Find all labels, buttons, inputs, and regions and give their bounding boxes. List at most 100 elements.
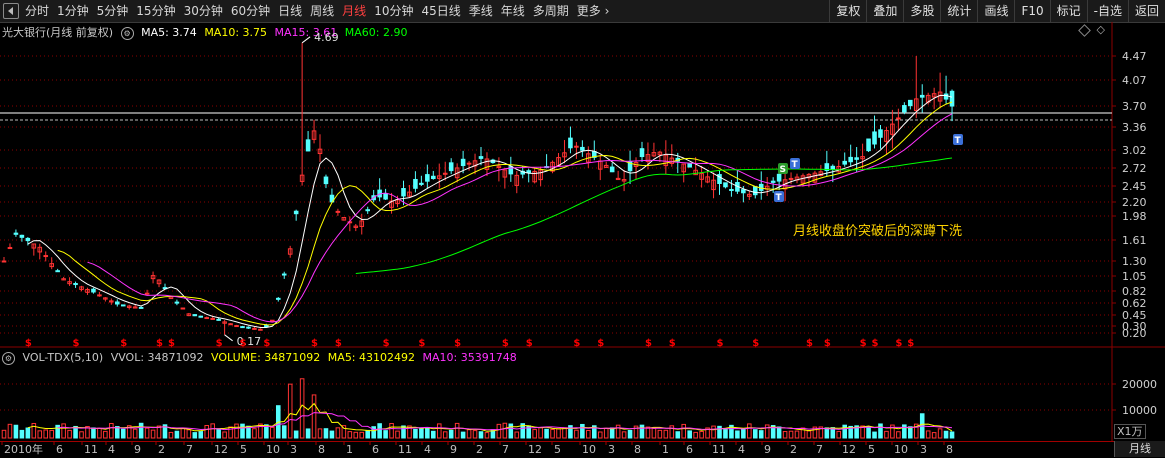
candle-body <box>448 162 454 172</box>
volume-bar <box>645 426 651 439</box>
signal-dollar-marker: $ <box>645 338 652 349</box>
candle-body <box>460 158 466 167</box>
candle-body <box>788 177 794 180</box>
price-tick-label: 4.07 <box>1122 74 1147 87</box>
candle-body <box>723 182 728 188</box>
volume-bar <box>741 428 746 439</box>
volume-bar <box>317 428 323 439</box>
volume-bar <box>794 430 800 439</box>
candle-body <box>1 260 7 263</box>
volume-bar <box>25 427 31 439</box>
volume-bar <box>603 427 609 439</box>
volume-bar <box>949 431 955 439</box>
candle-body <box>198 315 204 318</box>
volume-bar <box>347 431 353 439</box>
candle-body <box>305 139 311 152</box>
volume-bar <box>562 427 567 439</box>
candle-body <box>949 90 955 107</box>
volume-bar <box>496 423 502 439</box>
signal-dollar-marker: $ <box>263 338 270 349</box>
price-tick-label: 2.45 <box>1122 180 1147 193</box>
candle-body <box>204 317 210 320</box>
signal-dollar-marker: $ <box>573 338 580 349</box>
volume-bar <box>556 428 561 439</box>
candle-body <box>73 283 78 286</box>
candle-body <box>770 180 776 183</box>
volume-bar <box>216 428 221 439</box>
bottom-period-tab[interactable]: 月线 <box>1114 441 1165 457</box>
volume-bar <box>305 428 311 439</box>
signal-dollar-marker: $ <box>418 338 425 349</box>
volume-bar <box>478 431 484 439</box>
volume-bar <box>174 430 180 439</box>
volume-settings-icon[interactable]: ⚙ <box>2 351 15 365</box>
volume-bar <box>931 432 937 439</box>
candle-body <box>752 186 758 196</box>
signal-dollar-marker: $ <box>872 338 879 349</box>
candle-body <box>246 326 251 329</box>
candle-body <box>275 297 281 300</box>
volume-bar <box>1 429 7 439</box>
volume-unit-label: X1万 <box>1114 424 1146 439</box>
candle-body <box>431 175 436 180</box>
volume-bar <box>836 430 842 439</box>
volume-bar <box>693 431 698 439</box>
volume-bar <box>448 429 454 439</box>
signal-dollar-marker: $ <box>383 338 390 349</box>
volume-bar <box>866 426 871 439</box>
candle-body <box>281 273 287 276</box>
signal-dollar-marker: $ <box>216 338 223 349</box>
volume-bar <box>884 430 889 439</box>
vol-ma5-value: MA5: 43102492 <box>327 351 416 364</box>
candle-body <box>91 288 96 293</box>
signal-dollar-marker: $ <box>526 338 533 349</box>
vol-ma10-value: MA10: 35391748 <box>422 351 517 364</box>
volume-bar <box>144 427 150 439</box>
candle-body <box>848 156 853 163</box>
volume-bar <box>204 424 210 439</box>
volume-bar <box>550 429 555 439</box>
volume-bar <box>711 425 716 439</box>
volume-bar <box>675 431 681 439</box>
volume-bar <box>353 431 359 439</box>
volume-bar <box>138 422 144 439</box>
candle-body <box>210 317 215 320</box>
volume-bar <box>717 425 722 439</box>
price-tick-label: 3.36 <box>1122 121 1147 134</box>
candle-body <box>13 232 19 235</box>
candle-body <box>466 162 472 165</box>
volume-bar <box>270 426 275 439</box>
volume-bar <box>293 430 299 439</box>
signal-dollar-marker: $ <box>502 338 509 349</box>
volume-bar <box>132 428 138 439</box>
volume-bar <box>657 429 663 439</box>
vol-indicator-name: VOL-TDX(5,10) <box>22 351 104 364</box>
volume-bar <box>222 431 227 439</box>
signal-dollar-marker: $ <box>860 338 867 349</box>
volume-bar <box>335 427 341 439</box>
volume-bar <box>365 429 371 439</box>
candle-body <box>228 323 233 326</box>
volume-bar <box>109 422 114 439</box>
candle-body <box>323 176 329 185</box>
volume-bar <box>383 430 388 439</box>
price-tick-label: 1.05 <box>1122 270 1147 283</box>
candle-body <box>120 304 126 307</box>
price-tick-label: 2.20 <box>1122 196 1147 209</box>
volume-bar <box>67 429 72 439</box>
volume-bar <box>377 423 382 439</box>
signal-dollar-marker: $ <box>25 338 32 349</box>
kline-chart[interactable]: 4.47 4.07 3.70 3.36 3.02 2.72 2.45 2.201.98 1.61… <box>0 0 1165 457</box>
volume-bar <box>735 430 740 439</box>
volume-bar <box>210 423 215 439</box>
volume-bar <box>788 430 794 439</box>
volume-bar <box>723 429 728 439</box>
s-marker: S <box>780 165 786 175</box>
volume-legend: ⚙ VOL-TDX(5,10) VVOL: 34871092 VOLUME: 3… <box>2 351 521 365</box>
volume-bar <box>824 427 830 439</box>
signal-dollar-marker: $ <box>669 338 676 349</box>
volume-bar <box>168 431 174 439</box>
volume-bar <box>752 429 758 439</box>
candle-body <box>97 294 102 297</box>
low-arrow <box>224 334 233 342</box>
